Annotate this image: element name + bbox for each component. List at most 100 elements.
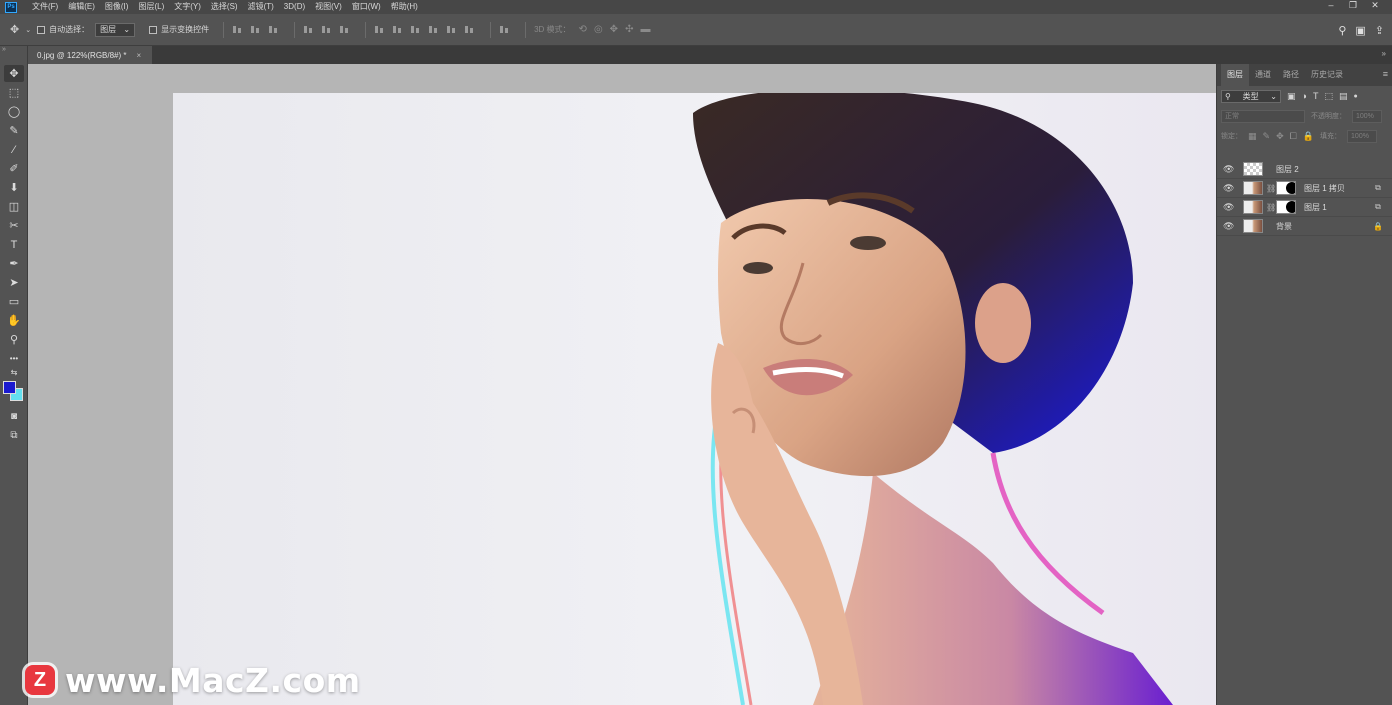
filter-shape-icon[interactable]: ⬚	[1324, 91, 1333, 102]
menu-filter[interactable]: 滤镜(T)	[243, 0, 279, 14]
document-tab[interactable]: 0.jpg @ 122%(RGB/8#) * ×	[28, 46, 152, 64]
swap-colors-icon[interactable]: ⇆	[4, 366, 24, 378]
move-tool-icon[interactable]: ✥	[4, 65, 24, 82]
visibility-eye-icon[interactable]: 👁	[1223, 183, 1235, 194]
panel-menu-icon[interactable]: ≡	[1383, 69, 1388, 79]
dodge-tool-icon[interactable]: ✂	[4, 217, 24, 234]
align-right-icon[interactable]	[339, 24, 350, 35]
restore-button[interactable]: ❐	[1342, 0, 1364, 12]
search-icon[interactable]: ⚲	[1338, 24, 1346, 37]
layer-kind-dropdown[interactable]: ⚲ 类型 ⌄	[1221, 89, 1281, 103]
minimize-button[interactable]: –	[1320, 0, 1342, 12]
auto-align-icon[interactable]	[499, 24, 510, 35]
visibility-eye-icon[interactable]: 👁	[1223, 221, 1235, 232]
lock-pixels-icon[interactable]: ✎	[1263, 131, 1271, 142]
align-vcenter-icon[interactable]	[250, 24, 261, 35]
path-select-tool-icon[interactable]: ➤	[4, 274, 24, 291]
tab-paths[interactable]: 路径	[1277, 64, 1305, 86]
align-bottom-icon[interactable]	[268, 24, 279, 35]
stamp-tool-icon[interactable]: ⬇	[4, 179, 24, 196]
hand-tool-icon[interactable]: ✋	[4, 312, 24, 329]
layer-row-layer2[interactable]: 👁 图层 2	[1217, 160, 1392, 179]
auto-select-checkbox[interactable]	[37, 25, 46, 34]
distribute-right-icon[interactable]	[464, 24, 475, 35]
zoom-tool-icon[interactable]: ⚲	[4, 331, 24, 348]
collapse-panels-icon[interactable]: »	[1382, 49, 1386, 58]
3d-pan-icon[interactable]: ✥	[610, 24, 618, 35]
layer-mask-thumbnail[interactable]	[1276, 200, 1296, 214]
3d-orbit-icon[interactable]: ⟲	[579, 24, 587, 35]
shape-tool-icon[interactable]: ▭	[4, 293, 24, 310]
mask-link-icon[interactable]: ⛓	[1266, 184, 1276, 193]
document-canvas[interactable]	[173, 93, 1216, 705]
eyedropper-tool-icon[interactable]: ⁄	[4, 141, 24, 158]
visibility-eye-icon[interactable]: 👁	[1223, 164, 1235, 175]
distribute-bottom-icon[interactable]	[410, 24, 421, 35]
foreground-color-swatch[interactable]	[3, 381, 16, 394]
type-tool-icon[interactable]: T	[4, 236, 24, 253]
menu-layer[interactable]: 图层(L)	[133, 0, 169, 14]
menu-window[interactable]: 窗口(W)	[347, 0, 386, 14]
filter-smart-icon[interactable]: ▤	[1339, 91, 1348, 102]
lock-all-icon[interactable]: 🔒	[1303, 131, 1314, 142]
blend-mode-dropdown[interactable]: 正常	[1221, 109, 1305, 123]
screen-mode-icon[interactable]: ⧉	[4, 427, 24, 444]
show-transform-checkbox[interactable]	[149, 25, 158, 34]
align-hcenter-icon[interactable]	[321, 24, 332, 35]
distribute-top-icon[interactable]	[374, 24, 385, 35]
lock-artboard-icon[interactable]: ⧠	[1290, 131, 1297, 142]
close-tab-icon[interactable]: ×	[137, 51, 142, 60]
auto-select-dropdown[interactable]: 图层 ⌄	[95, 22, 136, 37]
tab-history[interactable]: 历史记录	[1305, 64, 1349, 86]
tab-channels[interactable]: 通道	[1249, 64, 1277, 86]
chevron-down-icon[interactable]: ⌄	[25, 26, 31, 34]
lock-transparent-icon[interactable]: ▦	[1248, 131, 1257, 142]
mask-link-icon[interactable]: ⛓	[1266, 203, 1276, 212]
eraser-tool-icon[interactable]: ◫	[4, 198, 24, 215]
filter-pixel-icon[interactable]: ▣	[1287, 91, 1296, 102]
align-left-icon[interactable]	[303, 24, 314, 35]
close-button[interactable]: ✕	[1364, 0, 1386, 12]
toolbar-collapse-icon[interactable]: »	[2, 46, 6, 53]
more-tools-icon[interactable]: •••	[4, 350, 24, 367]
filter-adjustment-icon[interactable]: ◑	[1302, 91, 1307, 101]
visibility-eye-icon[interactable]: 👁	[1223, 202, 1235, 213]
filter-toggle-icon[interactable]: ●	[1353, 93, 1357, 100]
share-icon[interactable]: ⇪	[1375, 24, 1384, 37]
layer-row-layer1-copy[interactable]: 👁 ⛓ 图层 1 拷贝 ⧉	[1217, 179, 1392, 198]
opacity-input[interactable]: 100%	[1352, 109, 1382, 123]
distribute-left-icon[interactable]	[428, 24, 439, 35]
menu-type[interactable]: 文字(Y)	[169, 0, 206, 14]
quick-mask-icon[interactable]: ◙	[4, 408, 24, 425]
menu-edit[interactable]: 编辑(E)	[63, 0, 100, 14]
menu-image[interactable]: 图像(I)	[100, 0, 134, 14]
filter-type-icon[interactable]: T	[1313, 91, 1319, 101]
workspace-icon[interactable]: ▣	[1355, 24, 1365, 37]
canvas-area[interactable]	[28, 64, 1216, 705]
layer-name: 背景	[1276, 221, 1292, 231]
distribute-vcenter-icon[interactable]	[392, 24, 403, 35]
3d-roll-icon[interactable]: ◎	[594, 24, 603, 35]
menu-3d[interactable]: 3D(D)	[279, 0, 310, 14]
tab-layers[interactable]: 图层	[1221, 64, 1249, 86]
menu-view[interactable]: 视图(V)	[310, 0, 347, 14]
layer-mask-thumbnail[interactable]	[1276, 181, 1296, 195]
3d-scale-icon[interactable]: ▬	[640, 24, 650, 35]
pen-tool-icon[interactable]: ✒	[4, 255, 24, 272]
layer-row-layer1[interactable]: 👁 ⛓ 图层 1 ⧉	[1217, 198, 1392, 217]
quick-select-tool-icon[interactable]: ✎	[4, 122, 24, 139]
lasso-tool-icon[interactable]: ◯	[4, 103, 24, 120]
menu-file[interactable]: 文件(F)	[27, 0, 63, 14]
smart-object-icon: ⧉	[1375, 202, 1381, 211]
3d-slide-icon[interactable]: ✣	[625, 24, 633, 35]
lock-position-icon[interactable]: ✥	[1276, 131, 1284, 142]
distribute-hcenter-icon[interactable]	[446, 24, 457, 35]
fill-input[interactable]: 100%	[1347, 129, 1378, 143]
move-tool-icon[interactable]: ✥	[10, 23, 19, 36]
marquee-tool-icon[interactable]: ⬚	[4, 84, 24, 101]
menu-select[interactable]: 选择(S)	[206, 0, 243, 14]
menu-help[interactable]: 帮助(H)	[386, 0, 423, 14]
brush-tool-icon[interactable]: ✐	[4, 160, 24, 177]
align-top-icon[interactable]	[232, 24, 243, 35]
layer-row-background[interactable]: 👁 背景 🔒	[1217, 217, 1392, 236]
